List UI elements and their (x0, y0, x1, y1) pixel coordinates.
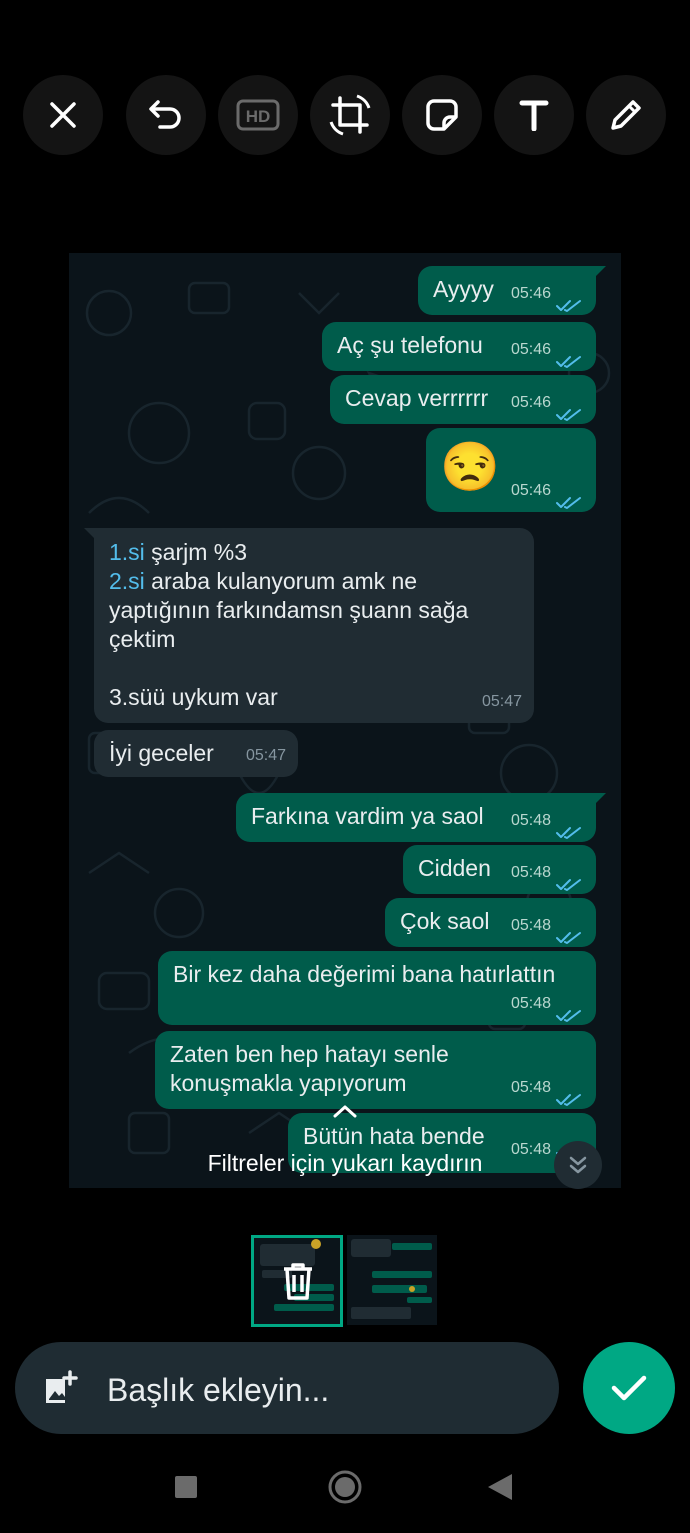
line-text: şarjm %3 (144, 539, 248, 565)
message-time: 05:47 (245, 747, 286, 764)
message-text: İyi geceler (109, 740, 214, 766)
hd-quality-button[interactable]: HD (218, 75, 298, 155)
nav-recents-button[interactable] (175, 1476, 197, 1503)
caption-placeholder: Başlık ekleyin... (107, 1372, 330, 1408)
close-button[interactable] (23, 75, 103, 155)
bubble-tail (592, 793, 606, 807)
crop-rotate-icon (329, 94, 371, 136)
crop-rotate-button[interactable] (310, 75, 390, 155)
image-preview[interactable]: Ayyyy 05:46 Aç şu telefonu 05:46 Cevap verrr… (69, 253, 621, 1188)
line-text: araba kulanyorum amk ne (144, 568, 418, 594)
message-time: 05:48 (510, 1079, 551, 1096)
line-text: yaptığının farkındamsn şuann sağa (109, 597, 469, 623)
message-text: 1.si şarjm %3 2.si araba kulanyorum amk n… (109, 538, 468, 712)
undo-icon (149, 100, 181, 129)
message-time: 05:48 (510, 995, 551, 1012)
outgoing-message[interactable]: Farkına vardim ya saol 05:48 (236, 793, 606, 842)
read-ticks-icon (556, 1085, 582, 1106)
caption-input[interactable]: Başlık ekleyin... (15, 1342, 559, 1434)
read-ticks-icon (556, 488, 582, 509)
outgoing-message[interactable]: Ayyyy 05:46 (418, 266, 606, 315)
outgoing-message[interactable]: 😒 05:46 (426, 428, 596, 512)
message-text: Çok saol (400, 908, 490, 934)
read-ticks-icon (556, 923, 582, 944)
read-ticks-icon (556, 347, 582, 368)
read-ticks-icon (556, 400, 582, 421)
list-number: 2.si (109, 568, 145, 594)
message-time: 05:46 (510, 482, 551, 499)
outgoing-message[interactable]: Bir kez daha değerimi bana hatırlattın 05… (158, 951, 596, 1025)
home-circle-icon (328, 1470, 362, 1504)
double-chevron-down-icon (569, 1156, 587, 1174)
outgoing-message[interactable]: Cidden 05:48 (403, 845, 596, 894)
message-text: Cidden (418, 855, 491, 881)
line-text: çektim (109, 626, 176, 652)
outgoing-message[interactable]: Çok saol 05:48 (385, 898, 596, 947)
message-text: Aç şu telefonu (337, 332, 483, 358)
message-line: yaptığının farkındamsn şuann sağa (109, 596, 468, 625)
draw-button[interactable] (586, 75, 666, 155)
message-time: 05:48 (510, 917, 551, 934)
outgoing-message[interactable]: Cevap verrrrrr 05:46 (330, 375, 596, 424)
check-icon (611, 1375, 647, 1401)
message-time: 05:48 (510, 812, 551, 829)
message-time: 05:46 (510, 341, 551, 358)
trash-icon[interactable] (280, 1261, 316, 1301)
message-line: 1.si şarjm %3 (109, 538, 468, 567)
message-line: 3.süü uykum var (109, 683, 468, 712)
message-text: Ayyyy (433, 276, 494, 302)
thumbnail-preview (351, 1239, 432, 1319)
incoming-message[interactable]: İyi geceler 05:47 (94, 730, 298, 777)
scroll-down-button[interactable] (554, 1141, 602, 1189)
read-ticks-icon (556, 291, 582, 312)
message-time: 05:46 (510, 285, 551, 302)
text-icon (519, 100, 549, 131)
outgoing-message[interactable]: Aç şu telefonu 05:46 (322, 322, 596, 371)
nav-back-button[interactable] (488, 1474, 512, 1505)
sticker-button[interactable] (402, 75, 482, 155)
message-text: Cevap verrrrrr (345, 385, 489, 411)
list-number: 1.si (109, 539, 145, 565)
outgoing-message[interactable]: Zaten ben hep hatayı senle konuşmakla ya… (155, 1031, 596, 1109)
bubble-tail (592, 266, 606, 280)
square-icon (175, 1476, 197, 1498)
message-text: Bütün hata bende (303, 1123, 485, 1149)
read-ticks-icon (556, 818, 582, 839)
hd-icon: HD (236, 99, 280, 131)
nav-home-button[interactable] (328, 1470, 362, 1509)
undo-button[interactable] (126, 75, 206, 155)
bubble-tail (84, 528, 98, 542)
read-ticks-icon (556, 870, 582, 891)
close-icon (50, 102, 76, 128)
back-triangle-icon (488, 1474, 512, 1500)
read-ticks-icon (556, 1001, 582, 1022)
message-line: 2.si araba kulanyorum amk ne (109, 567, 468, 596)
message-text: Farkına vardim ya saol (251, 803, 484, 829)
message-text: Bir kez daha değerimi bana hatırlattın (173, 961, 556, 987)
message-time: 05:47 (481, 693, 522, 710)
incoming-message[interactable]: 1.si şarjm %3 2.si araba kulanyorum amk n… (84, 528, 534, 723)
message-line (109, 654, 468, 683)
line-text: 3.süü uykum var (109, 684, 278, 710)
message-text: 😒 (440, 441, 500, 494)
thumbnail-selected[interactable] (251, 1235, 343, 1327)
thumbnail-2[interactable] (347, 1235, 437, 1325)
sticker-icon (426, 99, 458, 131)
text-button[interactable] (494, 75, 574, 155)
add-image-icon[interactable] (43, 1370, 79, 1406)
message-text: Zaten ben hep hatayı senle konuşmakla ya… (170, 1041, 449, 1096)
pencil-icon (611, 100, 641, 130)
send-button[interactable] (583, 1342, 675, 1434)
svg-text:HD: HD (246, 107, 271, 126)
message-line: çektim (109, 625, 468, 654)
message-time: 05:46 (510, 394, 551, 411)
chevron-up-icon (331, 1103, 359, 1124)
message-time: 05:48 (510, 864, 551, 881)
